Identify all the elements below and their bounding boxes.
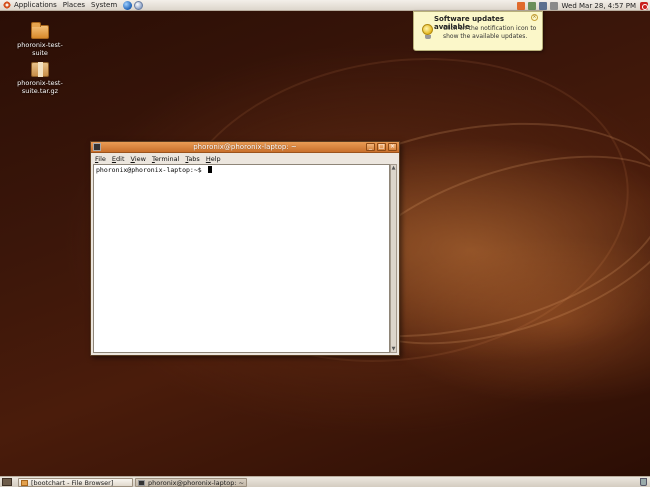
menu-file[interactable]: File — [95, 155, 106, 163]
update-notifier-icon[interactable] — [516, 1, 525, 10]
lightbulb-icon — [422, 24, 434, 40]
volume-icon[interactable] — [538, 1, 547, 10]
clipboard-icon[interactable] — [549, 1, 558, 10]
menu-view[interactable]: View — [131, 155, 146, 163]
applications-menu[interactable]: Applications — [14, 1, 57, 9]
places-menu[interactable]: Places — [63, 1, 85, 9]
desktop-icon-label: phoronix-test-suite.tar.gz — [17, 79, 63, 95]
show-desktop-icon[interactable] — [2, 478, 12, 486]
menu-edit[interactable]: Edit — [112, 155, 125, 163]
power-icon[interactable] — [640, 1, 648, 10]
update-notification[interactable]: Software updates available Click on the … — [413, 11, 543, 51]
shell-prompt: phoronix@phoronix-laptop:~$ — [96, 166, 212, 174]
desktop-icon-label: phoronix-test-suite — [17, 41, 63, 57]
web-browser-icon[interactable] — [123, 0, 133, 10]
system-tray: Wed Mar 28, 4:57 PM — [516, 0, 650, 11]
terminal-menubar: File Edit View Terminal Tabs Help — [91, 153, 399, 164]
ubuntu-logo-icon[interactable] — [3, 1, 11, 9]
system-menu[interactable]: System — [91, 1, 117, 9]
terminal-icon — [138, 479, 145, 486]
top-panel: Applications Places System Wed Mar 28, 4… — [0, 0, 650, 11]
text-cursor — [207, 166, 212, 173]
trash-icon[interactable] — [640, 478, 647, 486]
window-titlebar[interactable]: phoronix@phoronix-laptop: ~ _ □ × — [91, 142, 399, 153]
taskbar-item-file-browser[interactable]: [bootchart - File Browser] — [18, 478, 133, 487]
notification-body: Click on the notification icon to show t… — [443, 25, 537, 40]
taskbar-item-terminal[interactable]: phoronix@phoronix-laptop: ~ — [135, 478, 247, 487]
taskbar-label: phoronix@phoronix-laptop: ~ — [148, 478, 245, 487]
network-icon[interactable] — [527, 1, 536, 10]
close-icon[interactable]: × — [388, 143, 397, 151]
clock[interactable]: Wed Mar 28, 4:57 PM — [562, 2, 636, 10]
scroll-up-icon[interactable]: ▲ — [391, 165, 396, 171]
window-title: phoronix@phoronix-laptop: ~ — [193, 143, 297, 151]
minimize-icon[interactable]: _ — [366, 143, 375, 151]
terminal-window[interactable]: phoronix@phoronix-laptop: ~ _ □ × File E… — [90, 141, 400, 356]
desktop-icon-archive[interactable]: phoronix-test-suite.tar.gz — [10, 62, 70, 95]
prompt-text: phoronix@phoronix-laptop:~$ — [96, 166, 206, 174]
scroll-down-icon[interactable]: ▼ — [391, 346, 396, 352]
archive-icon — [31, 62, 49, 77]
bottom-panel: [bootchart - File Browser] phoronix@phor… — [0, 476, 650, 487]
folder-icon — [21, 479, 28, 486]
maximize-icon[interactable]: □ — [377, 143, 386, 151]
folder-icon — [31, 22, 49, 39]
menu-terminal[interactable]: Terminal — [152, 155, 179, 163]
menu-help[interactable]: Help — [206, 155, 221, 163]
taskbar-label: [bootchart - File Browser] — [31, 478, 114, 487]
menu-tabs[interactable]: Tabs — [185, 155, 199, 163]
vertical-scrollbar[interactable]: ▲ ▼ — [390, 164, 397, 353]
help-icon[interactable] — [134, 0, 144, 10]
desktop-icon-folder[interactable]: phoronix-test-suite — [10, 22, 70, 57]
close-icon[interactable]: × — [531, 14, 538, 21]
terminal-output[interactable]: phoronix@phoronix-laptop:~$ — [93, 164, 390, 353]
